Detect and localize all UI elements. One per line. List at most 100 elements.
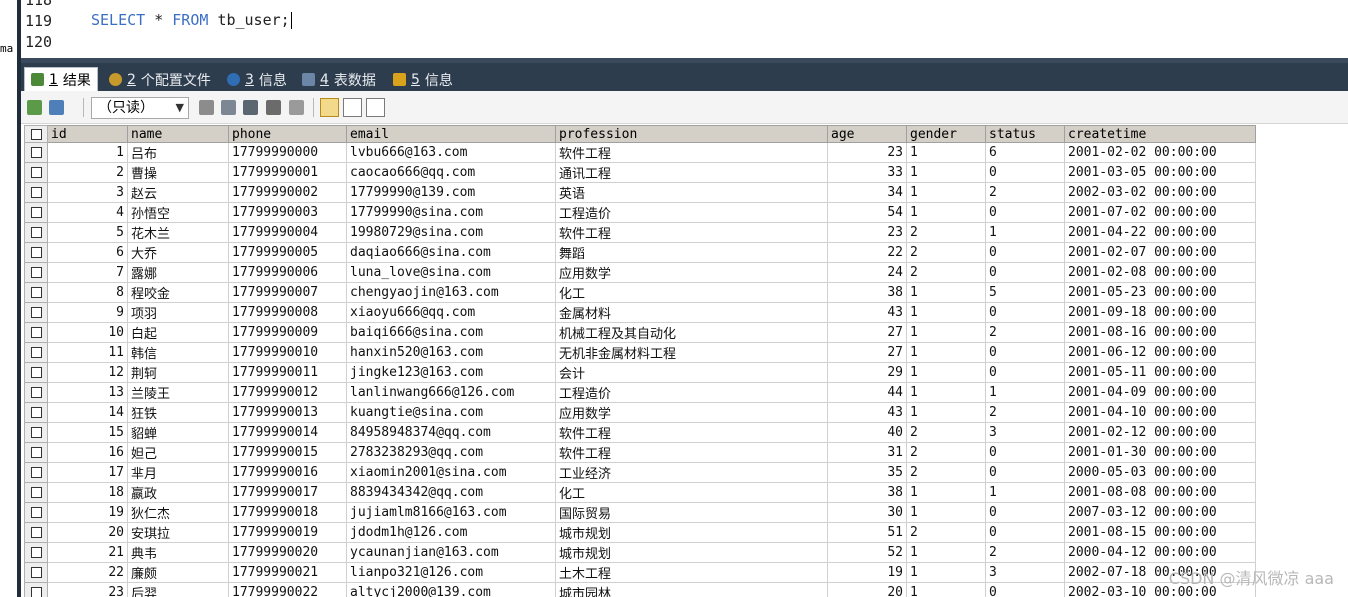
- cell-createtime[interactable]: 2001-02-02 00:00:00: [1064, 142, 1256, 163]
- cell-gender[interactable]: 2: [906, 462, 986, 483]
- cell-name[interactable]: 花木兰: [127, 222, 229, 243]
- cell-age[interactable]: 23: [827, 142, 907, 163]
- column-header-gender[interactable]: gender: [906, 125, 986, 143]
- cell-profession[interactable]: 机械工程及其自动化: [555, 322, 828, 343]
- cell-phone[interactable]: 17799990019: [228, 522, 347, 543]
- cell-name[interactable]: 孙悟空: [127, 202, 229, 223]
- cell-email[interactable]: kuangtie@sina.com: [346, 402, 556, 423]
- cell-id[interactable]: 15: [47, 422, 128, 443]
- cell-email[interactable]: daqiao666@sina.com: [346, 242, 556, 263]
- cell-email[interactable]: jdodm1h@126.com: [346, 522, 556, 543]
- row-checkbox[interactable]: [24, 342, 48, 363]
- cell-email[interactable]: 84958948374@qq.com: [346, 422, 556, 443]
- row-checkbox[interactable]: [24, 462, 48, 483]
- cell-profession[interactable]: 会计: [555, 362, 828, 383]
- row-checkbox[interactable]: [24, 422, 48, 443]
- cell-id[interactable]: 13: [47, 382, 128, 403]
- cell-phone[interactable]: 17799990016: [228, 462, 347, 483]
- cell-gender[interactable]: 1: [906, 362, 986, 383]
- cell-age[interactable]: 40: [827, 422, 907, 443]
- cell-phone[interactable]: 17799990002: [228, 182, 347, 203]
- table-row[interactable]: 15 貂蝉 17799990014 84958948374@qq.com 软件工程 40 2…: [24, 422, 1256, 443]
- cell-email[interactable]: jujiamlm8166@163.com: [346, 502, 556, 523]
- cell-name[interactable]: 典韦: [127, 542, 229, 563]
- cell-email[interactable]: chengyaojin@163.com: [346, 282, 556, 303]
- table-row[interactable]: 18 嬴政 17799990017 8839434342@qq.com 化工 38 1 1 20…: [24, 482, 1256, 503]
- cell-name[interactable]: 荆轲: [127, 362, 229, 383]
- cell-id[interactable]: 16: [47, 442, 128, 463]
- cell-name[interactable]: 貂蝉: [127, 422, 229, 443]
- cell-status[interactable]: 6: [985, 142, 1065, 163]
- cell-createtime[interactable]: 2007-03-12 00:00:00: [1064, 502, 1256, 523]
- cell-age[interactable]: 44: [827, 382, 907, 403]
- cell-name[interactable]: 兰陵王: [127, 382, 229, 403]
- cell-createtime[interactable]: 2001-04-10 00:00:00: [1064, 402, 1256, 423]
- cell-phone[interactable]: 17799990000: [228, 142, 347, 163]
- cell-profession[interactable]: 城市规划: [555, 522, 828, 543]
- select-all-checkbox[interactable]: [24, 125, 48, 143]
- cell-profession[interactable]: 化工: [555, 482, 828, 503]
- cell-age[interactable]: 38: [827, 482, 907, 503]
- cell-email[interactable]: xiaoyu666@qq.com: [346, 302, 556, 323]
- cell-age[interactable]: 43: [827, 302, 907, 323]
- cell-gender[interactable]: 1: [906, 182, 986, 203]
- cell-id[interactable]: 14: [47, 402, 128, 423]
- cell-status[interactable]: 2: [985, 402, 1065, 423]
- clear-icon[interactable]: [289, 100, 304, 115]
- cell-age[interactable]: 51: [827, 522, 907, 543]
- cell-status[interactable]: 0: [985, 302, 1065, 323]
- cell-name[interactable]: 狄仁杰: [127, 502, 229, 523]
- cell-createtime[interactable]: 2001-05-11 00:00:00: [1064, 362, 1256, 383]
- cell-createtime[interactable]: 2000-05-03 00:00:00: [1064, 462, 1256, 483]
- table-row[interactable]: 16 妲己 17799990015 2783238293@qq.com 软件工程 31 2 0…: [24, 442, 1256, 463]
- cell-name[interactable]: 安琪拉: [127, 522, 229, 543]
- delete-icon[interactable]: [266, 100, 281, 115]
- cell-name[interactable]: 曹操: [127, 162, 229, 183]
- cell-age[interactable]: 43: [827, 402, 907, 423]
- cell-gender[interactable]: 1: [906, 542, 986, 563]
- import-icon[interactable]: [49, 100, 64, 115]
- row-checkbox[interactable]: [24, 182, 48, 203]
- cell-age[interactable]: 27: [827, 342, 907, 363]
- cell-createtime[interactable]: 2001-02-12 00:00:00: [1064, 422, 1256, 443]
- cell-name[interactable]: 程咬金: [127, 282, 229, 303]
- cell-profession[interactable]: 国际贸易: [555, 502, 828, 523]
- cell-profession[interactable]: 软件工程: [555, 442, 828, 463]
- cell-profession[interactable]: 城市规划: [555, 542, 828, 563]
- cell-phone[interactable]: 17799990022: [228, 582, 347, 597]
- tab-info[interactable]: 3 信息: [221, 68, 293, 91]
- cell-email[interactable]: ycaunanjian@163.com: [346, 542, 556, 563]
- cell-id[interactable]: 11: [47, 342, 128, 363]
- cell-gender[interactable]: 2: [906, 242, 986, 263]
- cell-status[interactable]: 2: [985, 322, 1065, 343]
- cell-age[interactable]: 22: [827, 242, 907, 263]
- cell-age[interactable]: 34: [827, 182, 907, 203]
- cell-profession[interactable]: 土木工程: [555, 562, 828, 583]
- cell-gender[interactable]: 2: [906, 422, 986, 443]
- table-row[interactable]: 3 赵云 17799990002 17799990@139.com 英语 34 1 2 2002…: [24, 182, 1256, 203]
- cell-profession[interactable]: 金属材料: [555, 302, 828, 323]
- cell-email[interactable]: 19980729@sina.com: [346, 222, 556, 243]
- cell-id[interactable]: 6: [47, 242, 128, 263]
- cell-phone[interactable]: 17799990004: [228, 222, 347, 243]
- cell-status[interactable]: 1: [985, 382, 1065, 403]
- cell-profession[interactable]: 舞蹈: [555, 242, 828, 263]
- cell-name[interactable]: 后羿: [127, 582, 229, 597]
- cell-id[interactable]: 2: [47, 162, 128, 183]
- row-checkbox[interactable]: [24, 402, 48, 423]
- cell-phone[interactable]: 17799990020: [228, 542, 347, 563]
- cell-age[interactable]: 54: [827, 202, 907, 223]
- cell-createtime[interactable]: 2001-03-05 00:00:00: [1064, 162, 1256, 183]
- cell-name[interactable]: 芈月: [127, 462, 229, 483]
- cell-email[interactable]: baiqi666@sina.com: [346, 322, 556, 343]
- cell-phone[interactable]: 17799990015: [228, 442, 347, 463]
- row-checkbox[interactable]: [24, 242, 48, 263]
- cell-phone[interactable]: 17799990008: [228, 302, 347, 323]
- cell-gender[interactable]: 1: [906, 282, 986, 303]
- cell-createtime[interactable]: 2001-09-18 00:00:00: [1064, 302, 1256, 323]
- cell-age[interactable]: 30: [827, 502, 907, 523]
- cell-status[interactable]: 0: [985, 342, 1065, 363]
- save-icon[interactable]: [243, 100, 258, 115]
- row-checkbox[interactable]: [24, 322, 48, 343]
- sql-code-line[interactable]: SELECT * FROM tb_user;: [91, 11, 292, 29]
